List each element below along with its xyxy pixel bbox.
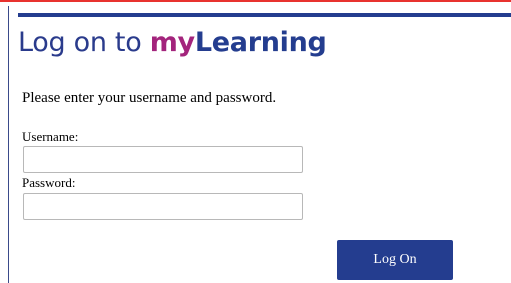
username-field[interactable] (23, 146, 303, 173)
brand-learning: Learning (194, 27, 327, 58)
title-prefix: Log on to (18, 27, 150, 58)
header-bar (18, 13, 511, 17)
password-field[interactable] (23, 193, 303, 220)
brand-my: my (149, 27, 195, 58)
top-accent-bar (0, 0, 511, 2)
page-title: Log on to myLearning (18, 23, 327, 63)
log-on-button[interactable]: Log On (337, 240, 453, 280)
left-border (8, 6, 9, 283)
password-label: Password: (22, 175, 76, 190)
username-label: Username: (22, 129, 79, 144)
instructions-text: Please enter your username and password. (22, 90, 277, 106)
login-page: Log on to myLearning Please enter your u… (0, 0, 511, 283)
